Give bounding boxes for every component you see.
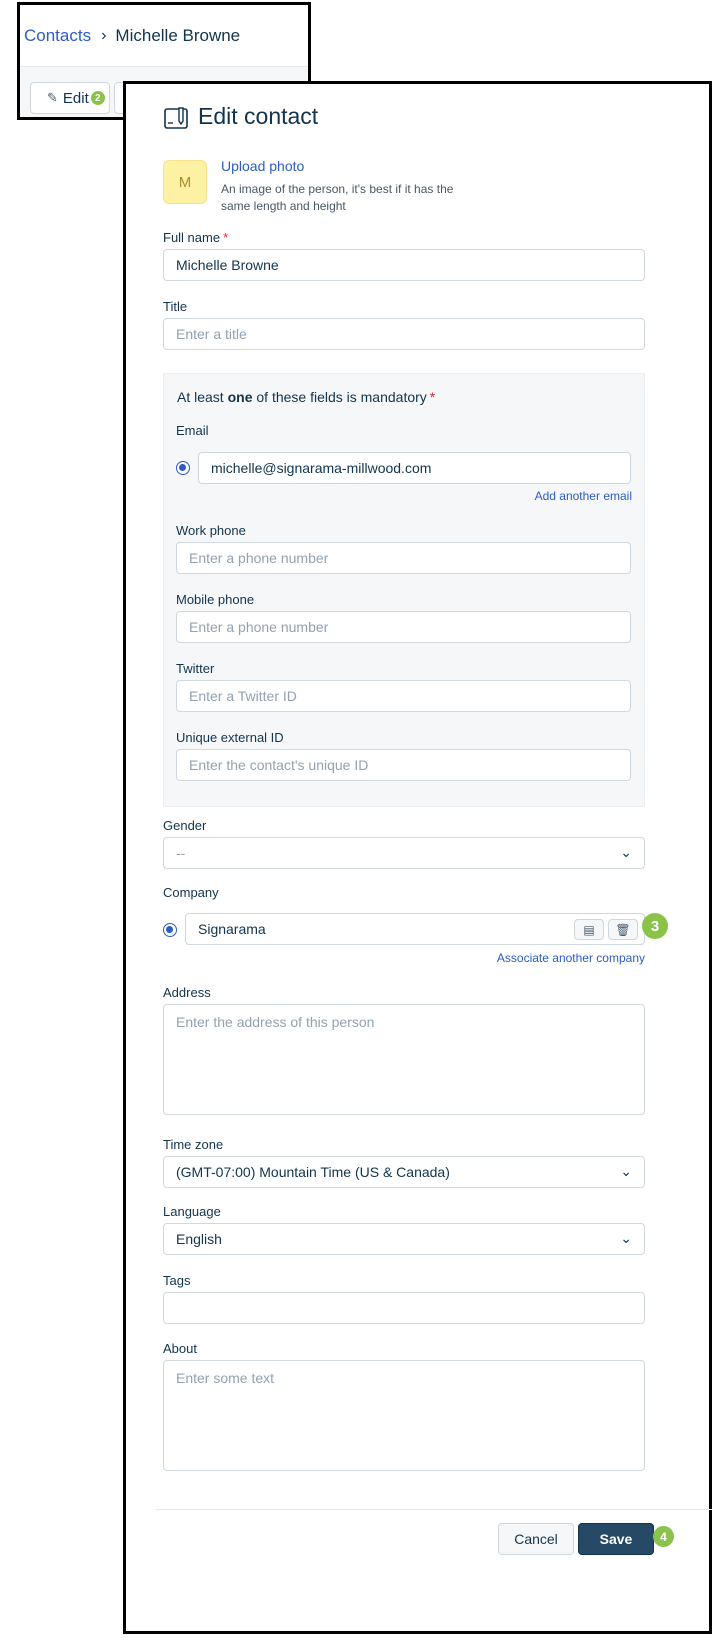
company-primary-radio[interactable] (163, 923, 177, 937)
twitter-input[interactable]: Enter a Twitter ID (176, 680, 631, 712)
external-id-input[interactable]: Enter the contact's unique ID (176, 749, 631, 781)
full-name-input[interactable]: Michelle Browne (163, 249, 645, 281)
twitter-placeholder: Enter a Twitter ID (189, 688, 297, 704)
breadcrumb: Contacts › Michelle Browne (20, 5, 308, 67)
title-placeholder: Enter a title (176, 326, 247, 342)
about-placeholder: Enter some text (176, 1370, 275, 1386)
address-label: Address (163, 985, 211, 1000)
gender-value: -- (176, 845, 186, 861)
work-phone-placeholder: Enter a phone number (189, 550, 329, 566)
full-name-label: Full name * (163, 230, 229, 245)
external-id-placeholder: Enter the contact's unique ID (189, 757, 369, 773)
page-title: Edit contact (198, 103, 319, 129)
email-value: michelle@signarama-millwood.com (211, 460, 432, 476)
twitter-label: Twitter (176, 661, 215, 676)
mobile-phone-input[interactable]: Enter a phone number (176, 611, 631, 643)
mandatory-fields-group: At least one of these fields is mandator… (163, 373, 645, 807)
avatar[interactable]: M (163, 160, 207, 204)
tags-label: Tags (163, 1273, 191, 1288)
tags-input[interactable] (163, 1292, 645, 1324)
step-badge-2: 2 (90, 91, 105, 105)
full-name-value: Michelle Browne (176, 257, 279, 273)
title-label: Title (163, 299, 188, 314)
associate-company-link[interactable]: Associate another company (497, 951, 645, 965)
company-value: Signarama (198, 921, 266, 937)
footer-divider (156, 1509, 712, 1510)
about-textarea[interactable]: Enter some text (163, 1360, 645, 1471)
about-label: About (163, 1341, 197, 1356)
company-input[interactable]: Signarama ▤ 🗑 (185, 913, 645, 945)
breadcrumb-contacts-link[interactable]: Contacts (24, 26, 91, 46)
step-badge-3: 3 (642, 913, 668, 939)
edit-contact-icon (164, 107, 188, 129)
mobile-phone-placeholder: Enter a phone number (189, 619, 329, 635)
breadcrumb-separator-icon: › (101, 26, 107, 44)
title-input[interactable]: Enter a title (163, 318, 645, 350)
chevron-down-icon: ⌄ (620, 1230, 632, 1246)
email-label: Email (176, 423, 209, 438)
company-label: Company (163, 885, 219, 900)
step-badge-4: 4 (653, 1526, 674, 1547)
time-zone-label: Time zone (163, 1137, 224, 1152)
upload-photo-hint: An image of the person, it's best if it … (221, 182, 454, 213)
mobile-phone-label: Mobile phone (176, 592, 255, 607)
address-textarea[interactable]: Enter the address of this person (163, 1004, 645, 1115)
email-input[interactable]: michelle@signarama-millwood.com (198, 452, 631, 484)
chevron-down-icon: ⌄ (620, 844, 632, 860)
language-label: Language (163, 1204, 221, 1219)
breadcrumb-current: Michelle Browne (115, 25, 241, 45)
time-zone-select[interactable]: (GMT-07:00) Mountain Time (US & Canada) … (163, 1156, 645, 1188)
external-id-label: Unique external ID (176, 730, 284, 745)
edit-icon: ✎ (47, 90, 58, 105)
work-phone-label: Work phone (176, 523, 246, 538)
language-select[interactable]: English ⌄ (163, 1223, 645, 1255)
gender-select[interactable]: -- ⌄ (163, 837, 645, 869)
work-phone-input[interactable]: Enter a phone number (176, 542, 631, 574)
save-button[interactable]: Save (578, 1523, 654, 1555)
address-placeholder: Enter the address of this person (176, 1014, 375, 1030)
time-zone-value: (GMT-07:00) Mountain Time (US & Canada) (176, 1164, 450, 1180)
company-card-icon[interactable]: ▤ (574, 919, 604, 940)
add-email-link[interactable]: Add another email (535, 489, 632, 503)
chevron-down-icon: ⌄ (620, 1163, 632, 1179)
edit-button-label: Edit (62, 89, 89, 107)
edit-contact-panel: Edit contact M Upload photo An image of … (123, 81, 712, 1634)
gender-label: Gender (163, 818, 207, 833)
edit-button[interactable]: ✎ Edit 2 (30, 82, 110, 114)
mandatory-note: At least one of these fields is mandator… (177, 389, 436, 405)
language-value: English (176, 1231, 222, 1247)
trash-icon[interactable]: 🗑 (608, 919, 638, 940)
cancel-button[interactable]: Cancel (498, 1523, 574, 1555)
upload-photo-link[interactable]: Upload photo (221, 158, 304, 174)
email-primary-radio[interactable] (176, 461, 190, 475)
